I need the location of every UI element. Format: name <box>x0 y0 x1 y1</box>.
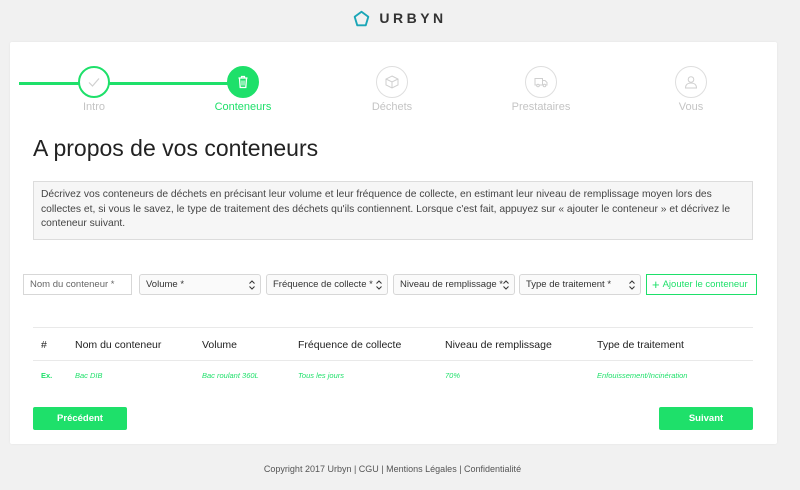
user-icon <box>684 76 698 89</box>
plus-icon: + <box>652 277 660 292</box>
column-header: # <box>41 339 47 351</box>
pentagon-icon <box>354 10 370 26</box>
container-name-field[interactable] <box>23 274 132 295</box>
brand-header: URBYN <box>0 8 800 28</box>
page-title: A propos de vos conteneurs <box>33 135 319 161</box>
select-arrows-icon <box>376 280 382 290</box>
table-cell: 70% <box>445 371 461 380</box>
step-label: Prestataires <box>511 101 571 113</box>
check-icon <box>88 78 100 87</box>
truck-icon <box>534 78 548 88</box>
frequency-select[interactable]: Fréquence de collecte * <box>266 274 388 295</box>
trash-icon <box>238 75 248 89</box>
brand-name: URBYN <box>379 10 447 26</box>
table-header: # Nom du conteneur Volume Fréquence de c… <box>33 327 753 361</box>
footer: Copyright 2017 Urbyn | CGU | Mentions Lé… <box>263 464 522 474</box>
step-prestataires[interactable]: Prestataires <box>491 66 591 113</box>
containers-table: # Nom du conteneur Volume Fréquence de c… <box>33 327 753 391</box>
step-dechets[interactable]: Déchets <box>342 66 442 113</box>
step-intro[interactable]: Intro <box>44 66 144 113</box>
step-label: Conteneurs <box>214 101 272 113</box>
step-label: Vous <box>678 101 704 113</box>
column-header: Niveau de remplissage <box>445 339 552 351</box>
treatment-select[interactable]: Type de traitement * <box>519 274 641 295</box>
table-cell: Ex. <box>41 371 53 380</box>
instructions-box: Décrivez vos conteneurs de déchets en pr… <box>33 181 753 240</box>
previous-button[interactable]: Précédent <box>33 407 127 430</box>
step-vous[interactable]: Vous <box>641 66 741 113</box>
fill-level-select[interactable]: Niveau de remplissage * <box>393 274 515 295</box>
table-cell: Tous les jours <box>298 371 344 380</box>
column-header: Nom du conteneur <box>75 339 162 351</box>
column-header: Volume <box>202 339 238 351</box>
next-button[interactable]: Suivant <box>659 407 753 430</box>
select-arrows-icon <box>629 280 635 290</box>
add-container-button[interactable]: + Ajouter le conteneur <box>646 274 757 295</box>
table-cell: Bac roulant 360L <box>202 371 259 380</box>
step-conteneurs[interactable]: Conteneurs <box>193 66 293 113</box>
container-name-input[interactable] <box>30 279 131 290</box>
select-arrows-icon <box>249 280 255 290</box>
select-arrows-icon <box>503 280 509 290</box>
column-header: Type de traitement <box>597 339 684 351</box>
column-header: Fréquence de collecte <box>298 339 402 351</box>
volume-select[interactable]: Volume * <box>139 274 261 295</box>
step-label: Déchets <box>371 101 413 113</box>
table-row: Ex. Bac DIB Bac roulant 360L Tous les jo… <box>33 361 753 391</box>
step-label: Intro <box>82 101 105 113</box>
box-icon <box>385 75 399 89</box>
table-cell: Enfouissement/Incinération <box>597 371 688 380</box>
table-cell: Bac DIB <box>75 371 103 380</box>
form-card: Intro Conteneurs Déchets Prestataires Vo… <box>10 42 777 444</box>
progress-stepper: Intro Conteneurs Déchets Prestataires Vo… <box>10 42 777 122</box>
